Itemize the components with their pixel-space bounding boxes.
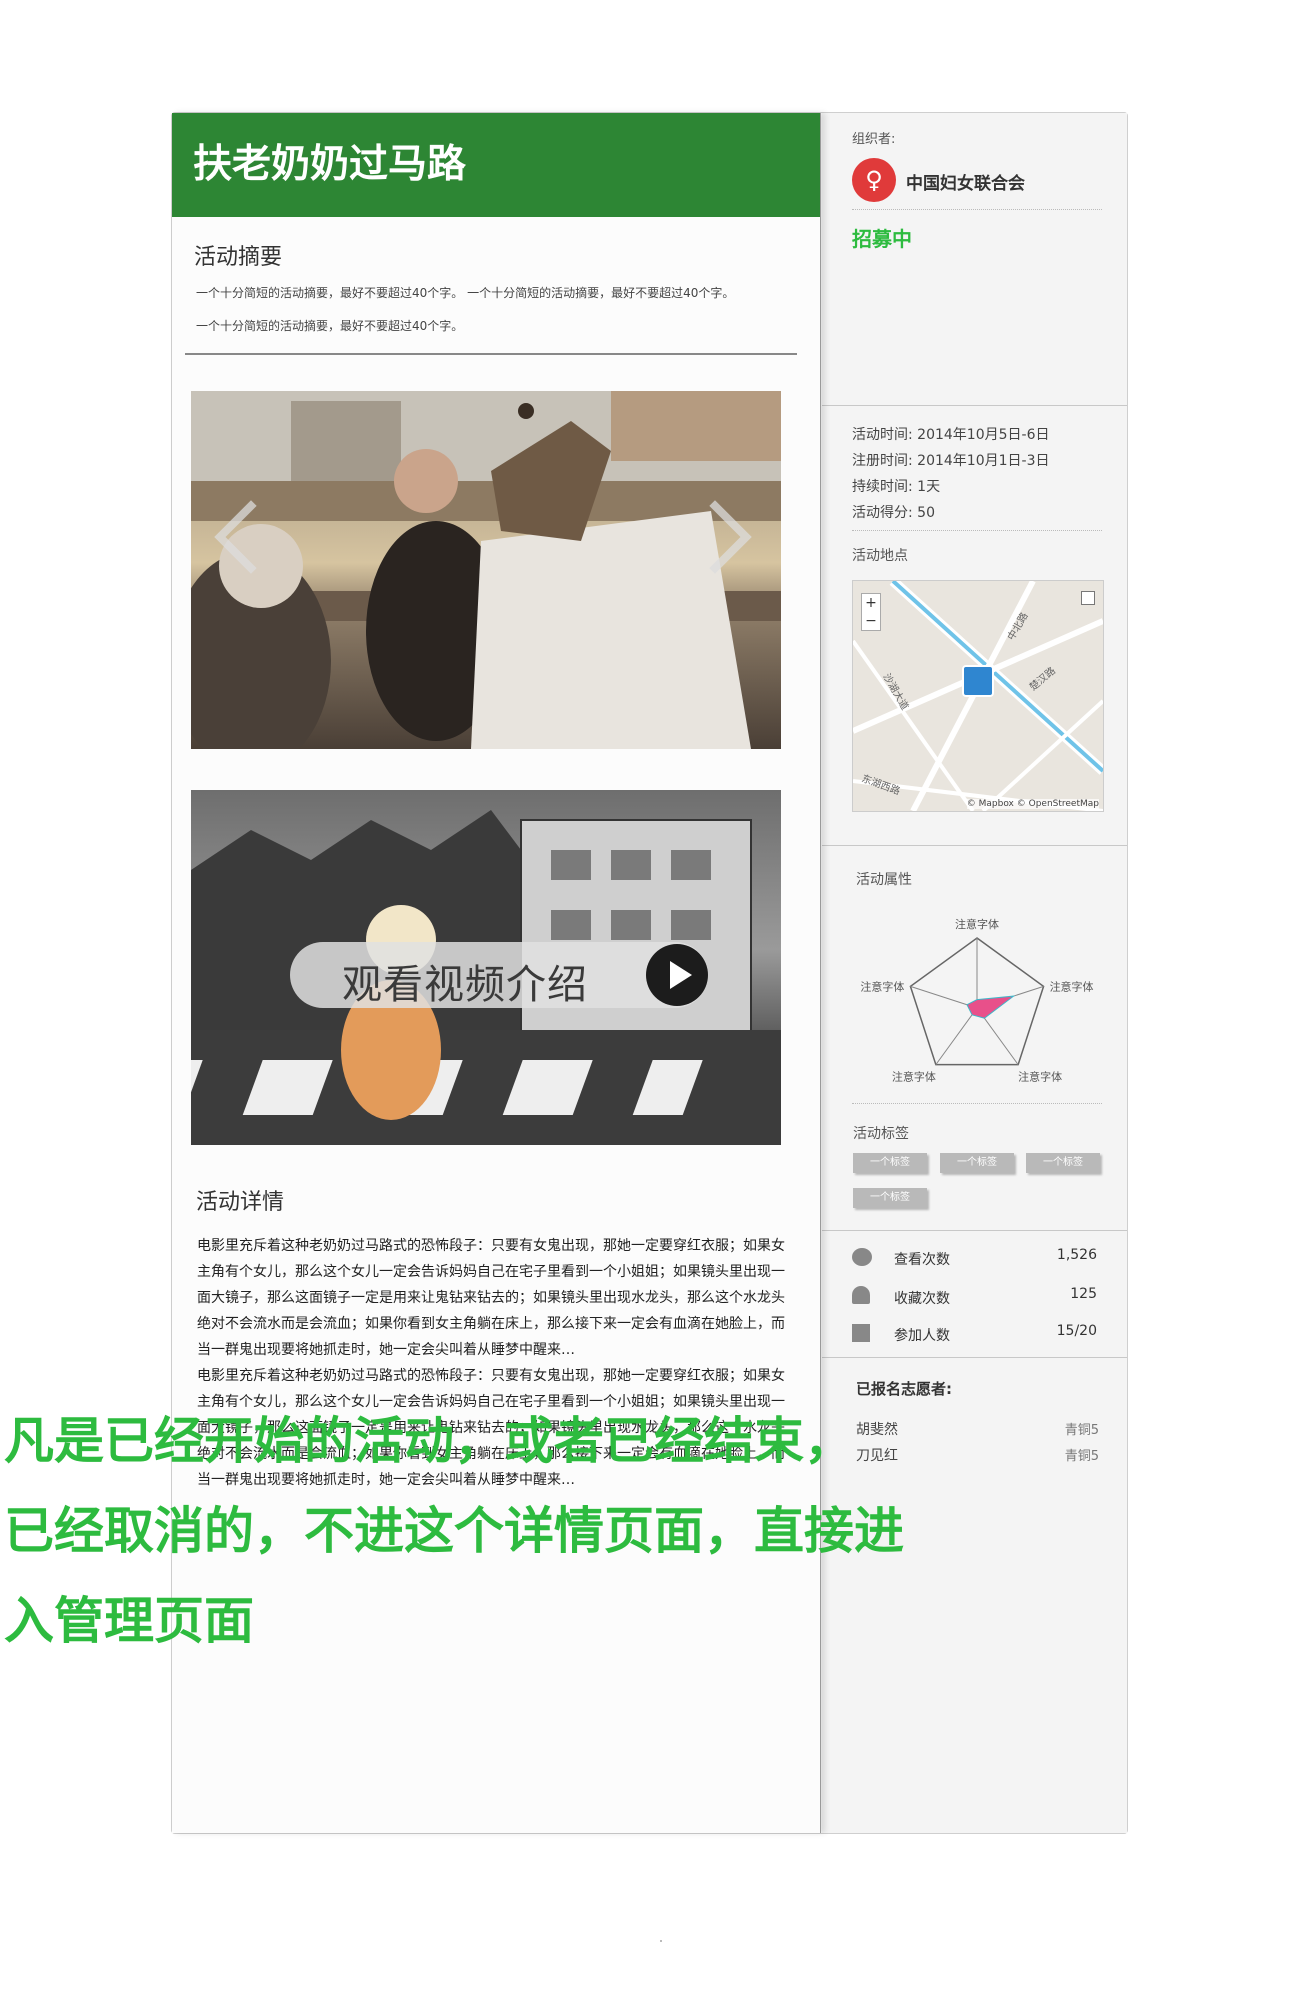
radar-axis-label: 注意字体 [860, 979, 904, 993]
watch-video-label: 观看视频介绍 [342, 962, 588, 1008]
stray-dot [660, 1940, 662, 1942]
map-zoom-control[interactable]: + − [861, 593, 881, 631]
summary-line: 一个十分简短的活动摘要，最好不要超过40个字。 [196, 319, 464, 333]
watch-video-button[interactable]: 观看视频介绍 [290, 942, 708, 1008]
organizer-label: 组织者: [852, 132, 896, 147]
participants-value: 15/20 [1056, 1323, 1097, 1339]
eye-icon [852, 1248, 872, 1266]
activity-score: 活动得分: 50 [852, 502, 935, 522]
divider [822, 405, 1127, 406]
details-heading: 活动详情 [196, 1190, 285, 1215]
radar-axis-label: 注意字体 [1050, 979, 1094, 993]
views-label: 查看次数 [894, 1252, 950, 1268]
title-bar: 扶老奶奶过马路 [172, 113, 820, 217]
summary-text: 一个十分简短的活动摘要，最好不要超过40个字。 一个十分简短的活动摘要，最好不要… [196, 277, 796, 343]
video-intro[interactable]: 观看视频介绍 [191, 790, 781, 1145]
volunteer-level: 青铜5 [1064, 1449, 1099, 1464]
registration-time: 注册时间: 2014年10月1日-3日 [852, 450, 1049, 470]
attributes-radar-chart: 注意字体注意字体注意字体注意字体注意字体 [860, 917, 1094, 1084]
tag-chip[interactable]: 一个标签 [1026, 1153, 1100, 1173]
annotation-line: 凡是已经开始的活动，或者已经结束， [4, 1412, 854, 1470]
tag-chip[interactable]: 一个标签 [853, 1153, 927, 1173]
radar-axis-label: 注意字体 [1018, 1070, 1062, 1084]
duration-label: 持续时间: [852, 479, 913, 495]
street-label: 沙湖大道 [880, 671, 911, 712]
map-credit: © Mapbox © OpenStreetMap [966, 799, 1099, 809]
participants-label: 参加人数 [894, 1328, 950, 1344]
registration-time-label: 注册时间: [852, 453, 913, 469]
location-label: 活动地点 [852, 548, 908, 564]
organizer-logo: ♀ [852, 158, 896, 202]
divider [852, 1103, 1102, 1104]
activity-time-label: 活动时间: [852, 427, 913, 443]
activity-time-value: 2014年10月5日-6日 [917, 427, 1050, 443]
zoom-in-button[interactable]: + [862, 594, 880, 612]
radar-value-area [966, 995, 1016, 1019]
details-paragraph: 电影里充斥着这种老奶奶过马路式的恐怖段子：只要有女鬼出现，那她一定要穿红衣服；如… [197, 1238, 785, 1358]
divider [852, 530, 1102, 531]
attributes-label: 活动属性 [856, 872, 912, 888]
activity-time: 活动时间: 2014年10月5日-6日 [852, 424, 1049, 444]
expand-icon[interactable] [1081, 591, 1095, 605]
location-map[interactable]: 沙湖大道 中北路 楚汉路 东湖西路 + − © Mapbox © OpenStr… [852, 580, 1104, 812]
street-label: 东湖西路 [860, 772, 902, 798]
divider [185, 353, 797, 355]
divider [852, 209, 1102, 210]
volunteer-level: 青铜5 [1064, 1423, 1099, 1438]
heart-icon [852, 1286, 870, 1304]
registration-time-value: 2014年10月1日-3日 [917, 453, 1050, 469]
radar-axis-label: 注意字体 [892, 1070, 936, 1084]
favorites-label: 收藏次数 [894, 1291, 950, 1307]
radar-axis-label: 注意字体 [955, 917, 999, 931]
activity-score-label: 活动得分: [852, 505, 913, 521]
duration: 持续时间: 1天 [852, 476, 940, 496]
radar-axis [935, 1007, 978, 1065]
street-label: 楚汉路 [1027, 664, 1058, 693]
play-icon[interactable] [646, 944, 708, 1006]
summary-heading: 活动摘要 [194, 245, 283, 270]
tag-chip[interactable]: 一个标签 [940, 1153, 1014, 1173]
divider [822, 1357, 1127, 1358]
tags-label: 活动标签 [853, 1126, 909, 1142]
page-title: 扶老奶奶过马路 [193, 142, 467, 187]
organizer-name[interactable]: 中国妇女联合会 [906, 169, 1025, 194]
activity-score-value: 50 [917, 505, 935, 521]
favorites-value: 125 [1070, 1286, 1097, 1302]
divider [822, 845, 1127, 846]
photo-image [191, 391, 781, 749]
annotation-line: 已经取消的，不进这个详情页面，直接进 [4, 1502, 904, 1560]
summary-line: 一个十分简短的活动摘要，最好不要超过40个字。 一个十分简短的活动摘要，最好不要… [196, 286, 735, 300]
divider [822, 1230, 1127, 1231]
views-value: 1,526 [1056, 1247, 1097, 1263]
photo-carousel[interactable] [191, 391, 781, 749]
duration-value: 1天 [917, 479, 941, 495]
map-pin-icon[interactable] [962, 665, 994, 697]
annotation-line: 入管理页面 [4, 1592, 254, 1650]
status-badge: 招募中 [852, 227, 912, 251]
annotation-note: 凡是已经开始的活动，或者已经结束， 已经取消的，不进这个详情页面，直接进 入管理… [4, 1396, 964, 1666]
tag-chip[interactable]: 一个标签 [853, 1188, 927, 1208]
zoom-out-button[interactable]: − [862, 612, 880, 630]
gamepad-icon [852, 1324, 870, 1342]
